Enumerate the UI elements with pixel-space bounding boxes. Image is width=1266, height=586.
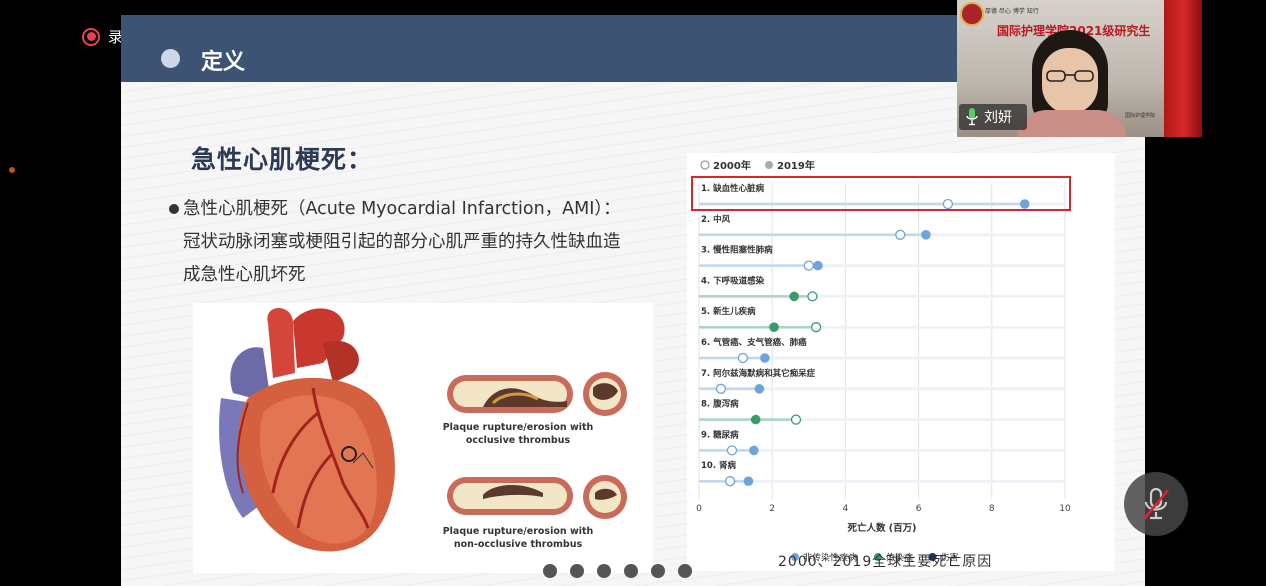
mute-microphone-button[interactable] bbox=[1124, 472, 1188, 536]
banner-corner-text: 国际护理学院 bbox=[1125, 113, 1156, 119]
slide-pagination bbox=[543, 564, 692, 578]
x-tick-label: 0 bbox=[696, 504, 702, 514]
definition-line-1: 急性心肌梗死（Acute Myocardial Infarction，AMI）： bbox=[183, 199, 621, 219]
microphone-icon bbox=[966, 108, 978, 126]
category-label: 6. 气管癌、支气管癌、肺癌 bbox=[701, 337, 807, 348]
header-bullet-icon bbox=[161, 49, 180, 68]
caption-occlusive-line-1: Plaque rupture/erosion with bbox=[442, 422, 594, 433]
indicator-dot bbox=[9, 167, 15, 173]
screen: 录制中 定义 急性心肌梗死： 急性心肌梗死（Acute Myocardial I… bbox=[0, 0, 1266, 586]
page-dot[interactable] bbox=[570, 564, 584, 578]
heart-figure: Plaque rupture/erosion with occlusive th… bbox=[193, 303, 653, 573]
school-emblem-icon bbox=[960, 2, 984, 26]
caption-occlusive: Plaque rupture/erosion with occlusive th… bbox=[433, 421, 603, 447]
participant-video[interactable]: 厚德 尽心 博学 知行 国际护理学院2021级研究生 国际护理学院 刘妍 bbox=[957, 0, 1202, 137]
x-tick-label: 10 bbox=[1059, 504, 1071, 514]
definition-line-3: 成急性心肌坏死 bbox=[183, 265, 306, 285]
x-axis-label: 死亡人数 (百万) bbox=[847, 522, 917, 534]
legend-2000-marker bbox=[700, 160, 710, 170]
dot-2019 bbox=[749, 445, 759, 456]
dot-2000 bbox=[895, 229, 906, 240]
participant-body bbox=[1017, 110, 1127, 137]
red-curtain bbox=[1164, 0, 1202, 137]
dot-2000 bbox=[790, 414, 802, 425]
page-dot[interactable] bbox=[651, 564, 665, 578]
page-dot[interactable] bbox=[543, 564, 557, 578]
dot-2019 bbox=[750, 414, 761, 425]
dot-2019 bbox=[921, 230, 931, 240]
category-label: 2. 中风 bbox=[701, 214, 731, 225]
dot-2000 bbox=[715, 383, 727, 394]
x-tick-label: 8 bbox=[989, 504, 995, 514]
dot-2000 bbox=[942, 198, 954, 210]
participant-name-tag: 刘妍 bbox=[959, 104, 1027, 130]
category-label: 3. 慢性阻塞性肺病 bbox=[701, 245, 773, 256]
banner-motto: 厚德 尽心 博学 知行 bbox=[985, 8, 1039, 15]
dot-2019 bbox=[1019, 199, 1030, 209]
dot-2000 bbox=[803, 260, 814, 271]
main-heading: 急性心肌梗死： bbox=[191, 145, 374, 174]
participant-name: 刘妍 bbox=[984, 110, 1012, 126]
dot-2000 bbox=[726, 445, 738, 456]
category-label: 7. 阿尔兹海默病和其它痴呆症 bbox=[701, 368, 816, 379]
caption-occlusive-line-2: occlusive thrombus bbox=[465, 435, 571, 446]
slide-title: 定义 bbox=[201, 50, 246, 75]
dot-2019 bbox=[789, 291, 799, 302]
page-dot[interactable] bbox=[597, 564, 611, 578]
dot-2000 bbox=[724, 476, 736, 487]
chart-caption: 2000、2019全球主要死亡原因 bbox=[778, 554, 993, 570]
category-label: 4. 下呼吸道感染 bbox=[701, 275, 765, 286]
category-label: 1. 缺血性心脏病 bbox=[701, 183, 765, 194]
caption-non-occlusive-line-1: Plaque rupture/erosion with bbox=[442, 526, 594, 537]
page-dot[interactable] bbox=[678, 564, 692, 578]
dot-2000 bbox=[810, 322, 822, 333]
category-label: 10. 肾病 bbox=[701, 460, 737, 471]
dot-2019 bbox=[754, 384, 765, 394]
definition-line-2: 冠状动脉闭塞或梗阻引起的部分心肌严重的持久性缺血造 bbox=[183, 232, 621, 252]
definition-text: 急性心肌梗死（Acute Myocardial Infarction，AMI）：… bbox=[169, 193, 669, 292]
page-dot[interactable] bbox=[624, 564, 638, 578]
x-tick-label: 6 bbox=[916, 504, 922, 514]
category-label: 8. 腹泻病 bbox=[701, 399, 739, 410]
dot-2019 bbox=[760, 353, 770, 363]
dot-2019 bbox=[813, 260, 823, 271]
x-tick-label: 2 bbox=[769, 504, 775, 514]
caption-non-occlusive-line-2: non-occlusive thrombus bbox=[453, 539, 583, 550]
legend-2019-marker bbox=[765, 161, 773, 169]
caption-non-occlusive: Plaque rupture/erosion with non-occlusiv… bbox=[433, 525, 603, 551]
bullet-icon bbox=[169, 204, 179, 214]
dot-2000 bbox=[737, 352, 749, 364]
glasses-icon bbox=[1046, 70, 1094, 82]
chart-svg: 2000年 2019年 0 2 4 6 8 10 死亡人数 (百万) 1. 缺血性心脏病 2. 中风… bbox=[691, 159, 1071, 564]
dot-2019 bbox=[769, 322, 779, 332]
x-tick-label: 4 bbox=[843, 504, 849, 514]
death-causes-chart: 2000年 2019年 0 2 4 6 8 10 死亡人数 (百万) 1. 缺血性心脏病 2. 中风… bbox=[687, 153, 1115, 571]
category-label: 9. 糖尿病 bbox=[701, 429, 739, 440]
legend-2000-label: 2000年 bbox=[713, 159, 751, 172]
record-icon bbox=[82, 27, 100, 46]
category-label: 5. 新生儿疾病 bbox=[701, 306, 756, 317]
muted-microphone-icon bbox=[1142, 487, 1170, 520]
legend-2019-label: 2019年 bbox=[777, 159, 815, 172]
dot-2019 bbox=[743, 476, 754, 487]
dot-2000 bbox=[807, 291, 818, 302]
